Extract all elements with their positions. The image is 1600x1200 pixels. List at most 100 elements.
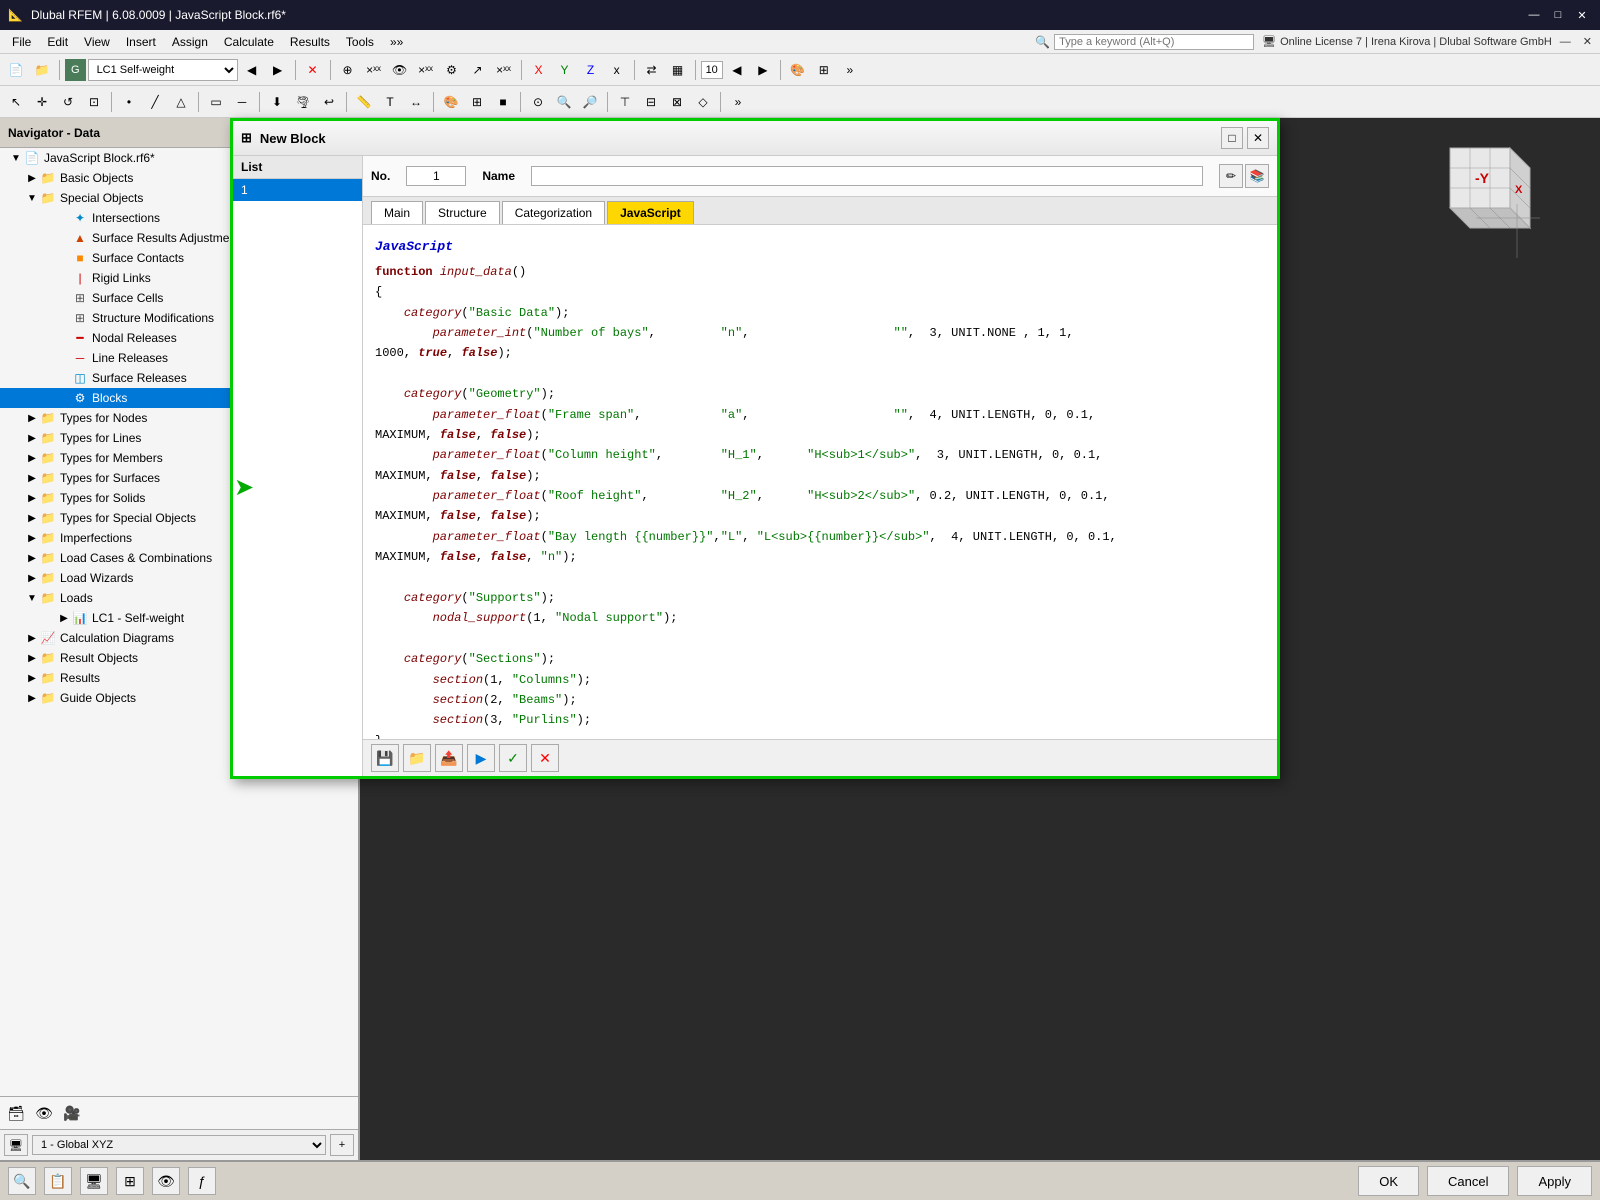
bottom-search-btn[interactable]: 🔍 [8,1167,36,1195]
tb2-node-btn[interactable]: • [117,90,141,114]
tb-xxx-btn[interactable]: ×ˣˣ [362,58,386,82]
tb2-view-front-btn[interactable]: ⊟ [639,90,663,114]
dialog-maximize-btn[interactable]: □ [1221,127,1243,149]
tab-javascript[interactable]: JavaScript [607,201,694,224]
tb-node-btn[interactable]: ⊕ [336,58,360,82]
tb2-scale-btn[interactable]: ⊡ [82,90,106,114]
bottom-view-btn[interactable]: 🖥 [80,1167,108,1195]
tb-open-btn[interactable]: 📁 [30,58,54,82]
tb-axis-y-btn[interactable]: Y [553,58,577,82]
types-surfaces-arrow: ▶ [24,473,40,484]
bottom-table-btn[interactable]: 📋 [44,1167,72,1195]
tb2-more-btn[interactable]: » [726,90,750,114]
tb2-poly-btn[interactable]: △ [169,90,193,114]
tb2-text-btn[interactable]: T [378,90,402,114]
dialog-check-btn[interactable]: ✓ [499,744,527,772]
tb-axis-x-btn[interactable]: X [527,58,551,82]
dialog-name-input[interactable] [531,166,1203,186]
tb-size-up-btn[interactable]: ▶ [751,58,775,82]
code-editor[interactable]: JavaScript function input_data() { categ… [363,225,1277,739]
tb2-cursor-btn[interactable]: ↖ [4,90,28,114]
tb2-view-side-btn[interactable]: ⊠ [665,90,689,114]
tb-eye-btn[interactable]: 👁 [388,58,412,82]
menu-item-file[interactable]: File [4,33,39,51]
apply-button[interactable]: Apply [1517,1166,1592,1196]
tb-color-btn[interactable]: 🎨 [786,58,810,82]
minimize-button[interactable]: — [1524,5,1544,25]
dialog-open-file-btn[interactable]: 📁 [403,744,431,772]
close-button[interactable]: ✕ [1572,5,1592,25]
tb2-member-btn[interactable]: ─ [230,90,254,114]
tab-main[interactable]: Main [371,201,423,224]
dialog-list-item-1[interactable]: 1 [233,179,362,201]
tb2-view-top-btn[interactable]: ⊤ [613,90,637,114]
tb2-solid-btn[interactable]: ■ [491,90,515,114]
tb-more2-btn[interactable]: » [838,58,862,82]
tb2-wire-btn[interactable]: ⊞ [465,90,489,114]
tb2-wind-btn[interactable]: 🌪 [291,90,315,114]
maximize-button[interactable]: □ [1548,5,1568,25]
dialog-save-file-btn[interactable]: 💾 [371,744,399,772]
tab-categorization[interactable]: Categorization [502,201,605,224]
ok-button[interactable]: OK [1358,1166,1419,1196]
dialog-export-btn[interactable]: 📤 [435,744,463,772]
tb-axis-z-btn[interactable]: Z [579,58,603,82]
tb-xxx2-btn[interactable]: ×ˣˣ [414,58,438,82]
bottom-calc-btn[interactable]: ƒ [188,1167,216,1195]
tb-xxx3-btn[interactable]: ×ˣˣ [492,58,516,82]
tb2-load-btn[interactable]: ⬇ [265,90,289,114]
license-close-btn[interactable]: ✕ [1579,35,1596,48]
dialog-run-btn[interactable]: ▶ [467,744,495,772]
tb2-move-btn[interactable]: ✛ [30,90,54,114]
tb-grid-btn[interactable]: ⊞ [812,58,836,82]
menu-item-insert[interactable]: Insert [118,33,164,51]
dialog-no-input[interactable] [406,166,466,186]
lc-dropdown[interactable]: LC1 Self-weight [88,59,238,81]
tb2-zoom-all-btn[interactable]: ⊙ [526,90,550,114]
tb-new-btn[interactable]: 📄 [4,58,28,82]
menu-item-view[interactable]: View [76,33,118,51]
menu-item-results[interactable]: Results [282,33,338,51]
dialog-browse-btn[interactable]: 📚 [1245,164,1269,188]
license-minimize-btn[interactable]: — [1556,36,1575,48]
view-icon-btn[interactable]: 🖥 [4,1134,28,1156]
tb2-render-btn[interactable]: 🎨 [439,90,463,114]
dialog-close-btn[interactable]: ✕ [1247,127,1269,149]
bottom-filter-btn[interactable]: ⊞ [116,1167,144,1195]
bottom-eye-btn[interactable]: 👁 [152,1167,180,1195]
tb2-measure-btn[interactable]: 📏 [352,90,376,114]
search-input[interactable] [1054,34,1254,50]
menu-item-tools[interactable]: Tools [338,33,382,51]
tb-select-btn[interactable]: ▦ [666,58,690,82]
tab-structure[interactable]: Structure [425,201,500,224]
tb-delete-btn[interactable]: ✕ [301,58,325,82]
tb-transform-btn[interactable]: ⇄ [640,58,664,82]
dialog-edit-btn[interactable]: ✏ [1219,164,1243,188]
tb-size-down-btn[interactable]: ◀ [725,58,749,82]
menu-item-edit[interactable]: Edit [39,33,76,51]
tb2-view-iso-btn[interactable]: ◇ [691,90,715,114]
tb2-rotate-btn[interactable]: ↺ [56,90,80,114]
nav-display-btn[interactable]: 👁 [32,1101,56,1125]
tb2-line-btn[interactable]: ╱ [143,90,167,114]
orientation-cube[interactable]: -Y X [1420,138,1540,258]
tb-axis-x2-btn[interactable]: x [605,58,629,82]
tb-arrow-btn[interactable]: ↗ [466,58,490,82]
tb2-dim-btn[interactable]: ↔ [404,90,428,114]
view-dropdown[interactable]: 1 - Global XYZ [32,1135,326,1155]
tb2-section-btn[interactable]: ▭ [204,90,228,114]
menu-more[interactable]: »» [382,33,411,51]
tb-settings-btn[interactable]: ⚙ [440,58,464,82]
menu-item-calculate[interactable]: Calculate [216,33,282,51]
tb-next-lc-btn[interactable]: ▶ [266,58,290,82]
view-add-btn[interactable]: + [330,1134,354,1156]
tb-prev-lc-btn[interactable]: ◀ [240,58,264,82]
nav-data-btn[interactable]: 🗃 [4,1101,28,1125]
nav-view-btn[interactable]: 🎥 [60,1101,84,1125]
tb2-zoom-out-btn[interactable]: 🔎 [578,90,602,114]
cancel-button[interactable]: Cancel [1427,1166,1509,1196]
tb2-moment-btn[interactable]: ↩ [317,90,341,114]
tb2-zoom-in-btn[interactable]: 🔍 [552,90,576,114]
menu-item-assign[interactable]: Assign [164,33,216,51]
dialog-delete-file-btn[interactable]: ✕ [531,744,559,772]
